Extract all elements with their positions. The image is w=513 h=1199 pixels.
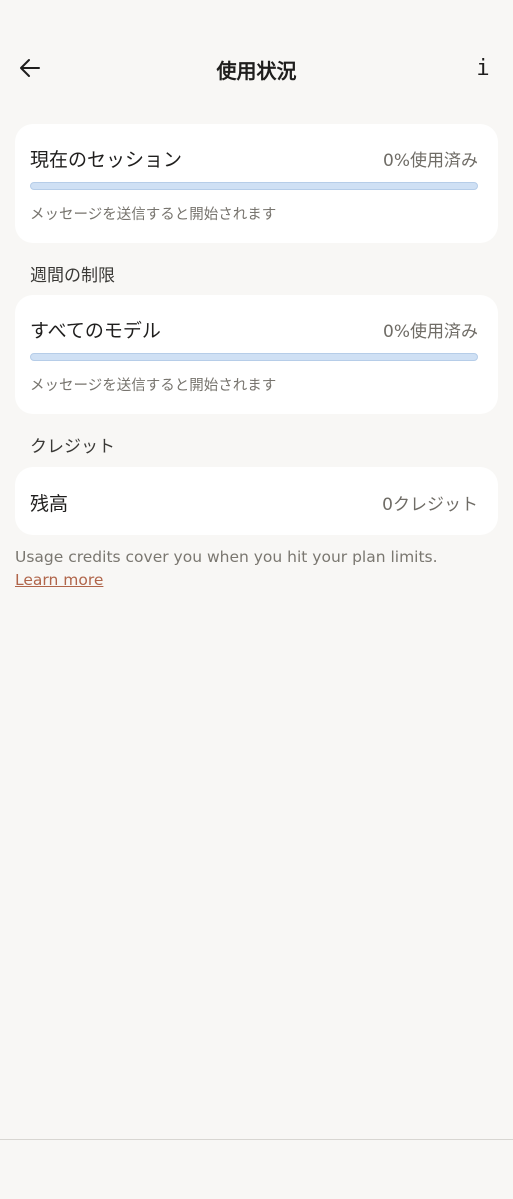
credits-note-text: Usage credits cover you when you hit you… — [15, 548, 438, 566]
session-header: 現在のセッション 0%使用済み — [30, 145, 478, 172]
page-title: 使用状況 — [216, 59, 297, 83]
balance-card: 残高 0クレジット — [15, 467, 498, 535]
session-card: 現在のセッション 0%使用済み メッセージを送信すると開始されます — [15, 124, 498, 243]
credits-note: Usage credits cover you when you hit you… — [15, 546, 485, 592]
weekly-subtitle: メッセージを送信すると開始されます — [30, 378, 277, 394]
balance-value: 0クレジット — [382, 495, 478, 515]
bottom-divider — [0, 1139, 513, 1140]
learn-more-link[interactable]: Learn more — [15, 571, 103, 589]
balance-title: 残高 — [30, 493, 69, 515]
weekly-section-label: 週間の制限 — [30, 266, 115, 286]
session-usage: 0%使用済み — [383, 151, 478, 171]
weekly-title: すべてのモデル — [30, 320, 161, 342]
credits-section-label: クレジット — [30, 437, 115, 457]
info-button[interactable]: i — [467, 52, 499, 84]
top-app-bar: 使用状況 i — [0, 40, 513, 96]
weekly-progress-bar — [30, 353, 478, 361]
session-subtitle: メッセージを送信すると開始されます — [30, 207, 277, 223]
weekly-header: すべてのモデル 0%使用済み — [30, 316, 478, 343]
session-progress-bar — [30, 182, 478, 190]
weekly-card: すべてのモデル 0%使用済み メッセージを送信すると開始されます — [15, 295, 498, 414]
session-title: 現在のセッション — [30, 149, 183, 171]
weekly-usage: 0%使用済み — [383, 322, 478, 342]
balance-row: 残高 0クレジット — [30, 489, 478, 516]
